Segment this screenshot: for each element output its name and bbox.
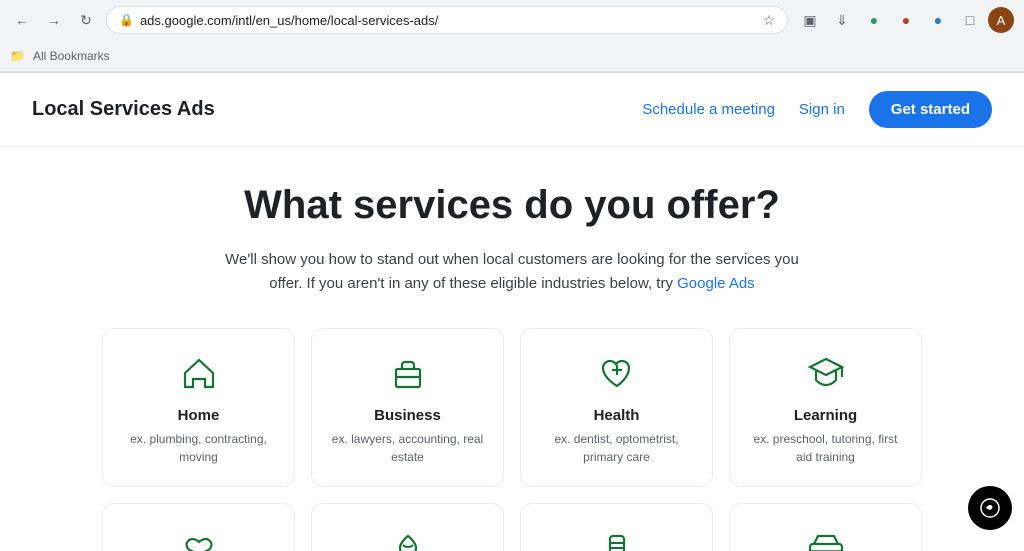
address-bar[interactable]: 🔒 ads.google.com/intl/en_us/home/local-s… (106, 6, 788, 34)
business-icon (384, 349, 432, 397)
learning-icon (802, 349, 850, 397)
wellness-icon (384, 524, 432, 551)
download-icon[interactable]: ⇓ (828, 6, 856, 34)
beauty-icon (593, 524, 641, 551)
site-logo: Local Services Ads (32, 98, 215, 121)
extension-icon-1[interactable]: ● (860, 6, 888, 34)
service-examples-home: ex. plumbing, contracting, moving (119, 430, 278, 466)
extension-icon-2[interactable]: ● (892, 6, 920, 34)
forward-button[interactable]: → (42, 8, 66, 32)
service-examples-business: ex. lawyers, accounting, real estate (328, 430, 487, 466)
browser-toolbar: ← → ↻ 🔒 ads.google.com/intl/en_us/home/l… (0, 0, 1024, 40)
main-section: What services do you offer? We'll show y… (0, 147, 1024, 551)
site-header: Local Services Ads Schedule a meeting Si… (0, 73, 1024, 147)
extension-icon-4[interactable]: □ (956, 6, 984, 34)
service-card-health[interactable]: Health ex. dentist, optometrist, primary… (520, 328, 713, 487)
automotive-icon (802, 524, 850, 551)
google-ads-link[interactable]: Google Ads (677, 275, 755, 292)
page-subtitle: We'll show you how to stand out when loc… (222, 248, 802, 296)
service-card-business[interactable]: Business ex. lawyers, accounting, real e… (311, 328, 504, 487)
home-icon (175, 349, 223, 397)
service-card-wellness[interactable]: Wellness ex. massage, yoga studio, perso… (311, 503, 504, 551)
health-icon (593, 349, 641, 397)
folder-icon: 📁 (10, 49, 25, 63)
service-card-home[interactable]: Home ex. plumbing, contracting, moving (102, 328, 295, 487)
bookmarks-bar: 📁 All Bookmarks (0, 40, 1024, 72)
services-grid: Home ex. plumbing, contracting, moving B… (82, 328, 942, 551)
get-started-button[interactable]: Get started (869, 91, 992, 128)
service-name-home: Home (119, 407, 278, 424)
star-icon[interactable]: ☆ (762, 12, 775, 29)
page-title: What services do you offer? (20, 183, 1004, 228)
service-card-learning[interactable]: Learning ex. preschool, tutoring, first … (729, 328, 922, 487)
browser-chrome: ← → ↻ 🔒 ads.google.com/intl/en_us/home/l… (0, 0, 1024, 73)
chatgpt-button[interactable] (968, 486, 1012, 530)
page-content: Local Services Ads Schedule a meeting Si… (0, 73, 1024, 551)
reload-button[interactable]: ↻ (74, 8, 98, 32)
care-icon (175, 524, 223, 551)
site-nav: Schedule a meeting Sign in Get started (642, 91, 992, 128)
profile-icon[interactable]: A (988, 7, 1014, 33)
tab-icon[interactable]: ▣ (796, 6, 824, 34)
service-name-business: Business (328, 407, 487, 424)
extension-icon-3[interactable]: ● (924, 6, 952, 34)
service-examples-learning: ex. preschool, tutoring, first aid train… (746, 430, 905, 466)
service-card-care[interactable]: Care ex. child care, pet training, anima… (102, 503, 295, 551)
service-name-health: Health (537, 407, 696, 424)
back-button[interactable]: ← (10, 8, 34, 32)
service-name-learning: Learning (746, 407, 905, 424)
url-text: ads.google.com/intl/en_us/home/local-ser… (140, 13, 756, 28)
lock-icon: 🔒 (119, 13, 134, 27)
service-card-automotive[interactable]: Automotive ex. mechanics, installers, bo… (729, 503, 922, 551)
schedule-meeting-link[interactable]: Schedule a meeting (642, 101, 775, 118)
service-examples-health: ex. dentist, optometrist, primary care (537, 430, 696, 466)
toolbar-icons: ▣ ⇓ ● ● ● □ A (796, 6, 1014, 34)
sign-in-link[interactable]: Sign in (799, 101, 845, 118)
service-card-beauty[interactable]: Beauty ex. aesthetician, hair stylist, l… (520, 503, 713, 551)
bookmark-label: All Bookmarks (33, 49, 110, 63)
